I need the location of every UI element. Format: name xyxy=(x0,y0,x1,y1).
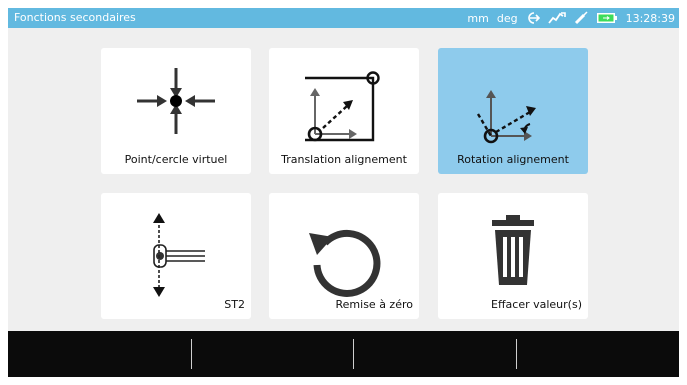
tile-st2[interactable]: ST2 xyxy=(101,193,251,319)
tile-label: Remise à zéro xyxy=(335,298,413,311)
tile-rotation-alignment[interactable]: Rotation alignement xyxy=(438,48,588,174)
soft-key-4[interactable] xyxy=(517,331,679,377)
tile-virtual-point[interactable]: Point/cercle virtuel xyxy=(101,48,251,174)
login-arrow-icon xyxy=(527,12,540,24)
tile-reset[interactable]: Remise à zéro xyxy=(269,193,419,319)
angle-unit: deg xyxy=(496,11,518,25)
soft-key-3[interactable] xyxy=(354,331,516,377)
device-screen: Fonctions secondaires mm deg 13:28:39 Po… xyxy=(8,8,679,377)
screen-title: Fonctions secondaires xyxy=(14,11,136,24)
tile-label: Translation alignement xyxy=(281,153,407,166)
tile-label: Effacer valeur(s) xyxy=(491,298,582,311)
clock: 13:28:39 xyxy=(625,11,675,25)
tile-label: Point/cercle virtuel xyxy=(124,153,228,166)
status-indicators: mm deg 13:28:39 xyxy=(467,8,675,28)
soft-key-bar xyxy=(8,331,679,377)
tile-clear-values[interactable]: Effacer valeur(s) xyxy=(438,193,588,319)
signal-graph-icon xyxy=(547,12,566,24)
soft-key-2[interactable] xyxy=(192,331,353,377)
battery-icon xyxy=(596,13,617,23)
length-unit: mm xyxy=(467,11,489,25)
tile-label: Rotation alignement xyxy=(457,153,569,166)
tile-translation-alignment[interactable]: Translation alignement xyxy=(269,48,419,174)
status-bar: Fonctions secondaires mm deg 13:28:39 xyxy=(8,8,679,28)
soft-key-1[interactable] xyxy=(8,331,191,377)
tile-label: ST2 xyxy=(224,298,245,311)
laser-icon xyxy=(574,11,588,25)
